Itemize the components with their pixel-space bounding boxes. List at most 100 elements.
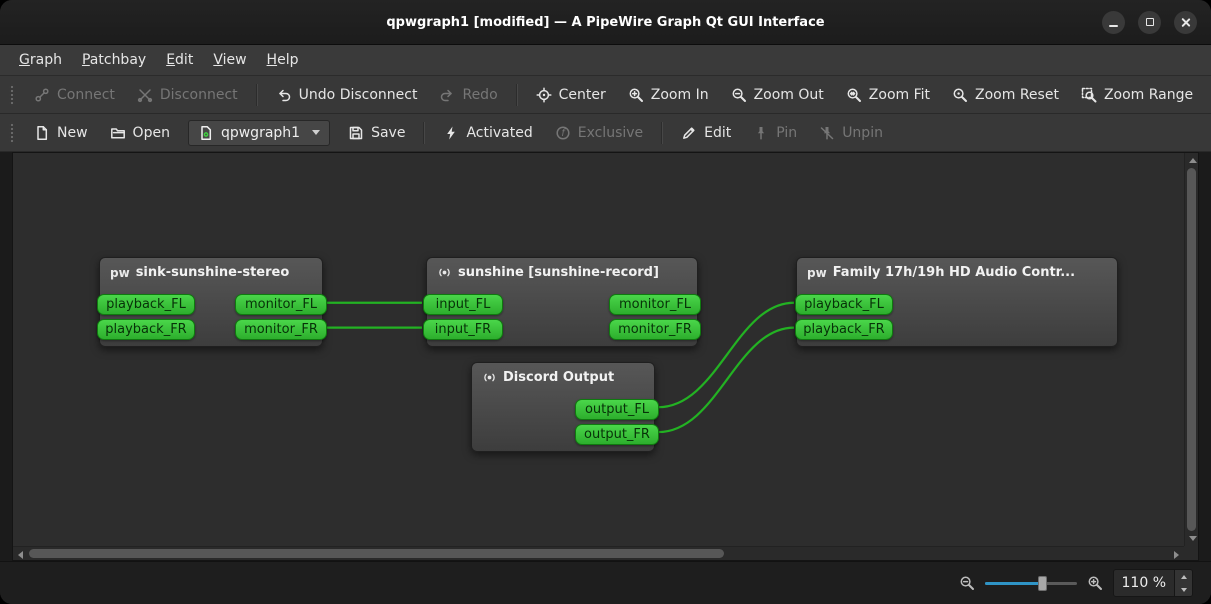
node-header[interactable]: sunshine [sunshine-record] — [427, 258, 697, 284]
scroll-right-arrow[interactable] — [1174, 551, 1179, 559]
port-input[interactable]: playback_FL — [795, 294, 893, 315]
save-label: Save — [371, 124, 406, 141]
redo-icon — [441, 89, 453, 101]
port-output[interactable]: monitor_FR — [235, 319, 327, 340]
zoom-spinbox[interactable]: 110 % — [1112, 569, 1193, 597]
pin-button: Pin — [743, 120, 807, 146]
zoom-out-button[interactable]: Zoom Out — [721, 82, 834, 108]
file-toolbar: New Open qpwgraph1 Save Activated f Excl… — [0, 114, 1211, 152]
toolbar-separator — [423, 121, 426, 144]
port-input[interactable]: input_FR — [423, 319, 503, 340]
zoom-fit-label: Zoom Fit — [868, 86, 931, 103]
port-input[interactable]: playback_FR — [97, 319, 195, 340]
port-output[interactable]: monitor_FR — [609, 319, 701, 340]
titlebar: qpwgraph1 [modified] — A PipeWire Graph … — [0, 0, 1211, 45]
activated-button[interactable]: Activated — [433, 120, 542, 146]
graph-canvas[interactable]: pw sink-sunshine-stereo playback_FL play… — [13, 153, 1184, 546]
unpin-label: Unpin — [842, 124, 883, 141]
port-output[interactable]: output_FL — [575, 399, 659, 420]
save-icon — [349, 126, 363, 139]
zoom-value[interactable]: 110 % — [1114, 570, 1174, 596]
zoom-range-icon — [1081, 87, 1097, 102]
node-header[interactable]: Discord Output — [472, 363, 654, 389]
port-input[interactable]: playback_FR — [795, 319, 893, 340]
maximize-icon — [1145, 18, 1154, 26]
port-output[interactable]: monitor_FL — [609, 294, 701, 315]
zoom-out-icon — [732, 88, 746, 102]
zoom-range-label: Zoom Range — [1103, 86, 1194, 103]
connections-layer — [325, 301, 795, 434]
zoom-in-button[interactable]: Zoom In — [618, 82, 719, 108]
horizontal-scrollbar[interactable] — [13, 546, 1184, 560]
exclusive-label: Exclusive — [577, 124, 644, 141]
center-button[interactable]: Center — [526, 82, 616, 108]
center-icon — [536, 86, 552, 103]
port-input[interactable]: input_FL — [423, 294, 503, 315]
exclusive-icon: f — [556, 125, 570, 140]
node-discord-output[interactable]: Discord Output output_FL output_FR — [471, 362, 659, 452]
connect-label: Connect — [57, 86, 115, 103]
maximize-button[interactable] — [1138, 10, 1161, 34]
close-button[interactable] — [1174, 10, 1197, 34]
node-title: sink-sunshine-stereo — [135, 265, 290, 280]
port-input[interactable]: playback_FL — [97, 294, 195, 315]
port-output[interactable]: output_FR — [575, 424, 659, 445]
central-area: pw sink-sunshine-stereo playback_FL play… — [0, 152, 1211, 561]
new-file-icon — [37, 125, 48, 140]
horizontal-scroll-thumb[interactable] — [29, 549, 724, 558]
zoom-reset-button[interactable]: Zoom Reset — [942, 82, 1069, 108]
lightning-icon — [447, 126, 456, 139]
node-sunshine-record[interactable]: sunshine [sunshine-record] input_FL inpu… — [423, 257, 701, 347]
new-label: New — [57, 124, 88, 141]
edit-button[interactable]: Edit — [671, 120, 741, 146]
scroll-left-arrow[interactable] — [18, 551, 23, 559]
menu-help[interactable]: Help — [258, 49, 308, 71]
scroll-up-arrow[interactable] — [1189, 158, 1197, 163]
toolbar-drag-handle[interactable] — [9, 83, 15, 106]
zoom-in-icon[interactable] — [1087, 575, 1103, 591]
unpin-button: Unpin — [809, 120, 893, 146]
minimize-icon — [1109, 24, 1118, 27]
node-title: Family 17h/19h HD Audio Contr... — [832, 265, 1076, 280]
zoom-in-icon — [629, 88, 643, 102]
menu-patchbay[interactable]: Patchbay — [73, 49, 155, 71]
app-window: qpwgraph1 [modified] — A PipeWire Graph … — [0, 0, 1211, 604]
save-button[interactable]: Save — [338, 120, 415, 146]
vertical-scrollbar[interactable] — [1184, 153, 1198, 546]
session-combobox[interactable]: qpwgraph1 — [187, 119, 331, 146]
toolbar-drag-handle[interactable] — [9, 121, 15, 144]
node-header[interactable]: pw sink-sunshine-stereo — [100, 258, 322, 284]
node-family-hd-audio[interactable]: pw Family 17h/19h HD Audio Contr... play… — [795, 257, 1118, 347]
open-button[interactable]: Open — [100, 120, 180, 146]
spin-up-button[interactable] — [1175, 570, 1192, 583]
record-icon — [439, 268, 450, 277]
menu-edit[interactable]: Edit — [157, 49, 202, 71]
disconnect-label: Disconnect — [159, 86, 238, 103]
zoom-out-icon[interactable] — [959, 575, 975, 591]
spin-down-button[interactable] — [1175, 583, 1192, 596]
zoom-range-button[interactable]: Zoom Range — [1071, 82, 1203, 108]
undo-disconnect-button[interactable]: Undo Disconnect — [266, 82, 428, 108]
arrow-down-icon — [1180, 587, 1187, 592]
zoom-fit-button[interactable]: Zoom Fit — [836, 82, 940, 108]
zoom-slider[interactable] — [984, 573, 1077, 593]
node-header[interactable]: pw Family 17h/19h HD Audio Contr... — [797, 258, 1117, 284]
window-title: qpwgraph1 [modified] — A PipeWire Graph … — [386, 14, 825, 30]
disconnect-button: Disconnect — [127, 82, 248, 108]
scroll-down-arrow[interactable] — [1189, 536, 1197, 541]
new-button[interactable]: New — [24, 120, 98, 146]
node-sink-sunshine-stereo[interactable]: pw sink-sunshine-stereo playback_FL play… — [97, 257, 327, 347]
zoom-out-label: Zoom Out — [753, 86, 824, 103]
zoom-slider-groove[interactable] — [984, 581, 1077, 585]
toolbar-separator — [661, 121, 664, 144]
minimize-button[interactable] — [1102, 10, 1125, 34]
record-icon — [484, 373, 495, 382]
vertical-scroll-thumb[interactable] — [1187, 168, 1196, 531]
activated-label: Activated — [466, 124, 533, 141]
zoom-slider-handle[interactable] — [1037, 575, 1047, 591]
connect-icon — [35, 87, 49, 102]
statusbar: 110 % — [0, 561, 1211, 604]
port-output[interactable]: monitor_FL — [235, 294, 327, 315]
menu-graph[interactable]: Graph — [10, 49, 71, 71]
menu-view[interactable]: View — [204, 49, 255, 71]
